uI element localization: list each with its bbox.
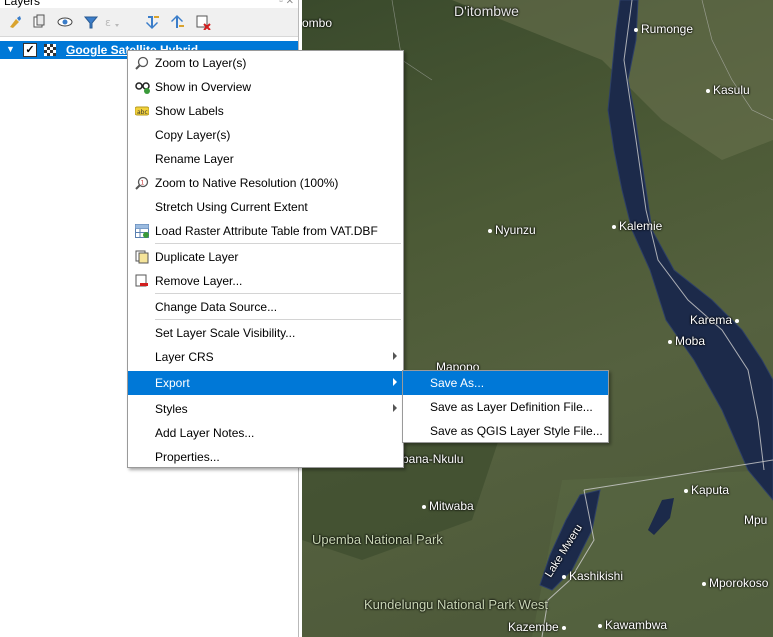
svg-text:abc: abc bbox=[137, 109, 148, 116]
visibility-icon[interactable] bbox=[56, 13, 74, 31]
zoom-native-icon: 1 bbox=[135, 176, 149, 190]
menu-label: Remove Layer... bbox=[155, 274, 243, 288]
menu-layer-crs[interactable]: Layer CRS bbox=[128, 345, 403, 369]
place-label: Moba bbox=[668, 334, 705, 348]
menu-label: Zoom to Native Resolution (100%) bbox=[155, 176, 339, 190]
place-label: Mitwaba bbox=[422, 499, 474, 513]
place-label: Kazembe bbox=[508, 620, 569, 634]
place-label: ombo bbox=[302, 16, 333, 30]
close-icon[interactable]: ✕ bbox=[286, 0, 294, 7]
menu-label: Zoom to Layer(s) bbox=[155, 56, 247, 70]
menu-label: Save as Layer Definition File... bbox=[430, 400, 593, 414]
menu-load-attribute-table[interactable]: Load Raster Attribute Table from VAT.DBF bbox=[128, 219, 403, 243]
duplicate-icon bbox=[135, 250, 149, 264]
menu-show-in-overview[interactable]: Show in Overview bbox=[128, 75, 403, 99]
place-label: Karema bbox=[690, 313, 742, 327]
svg-text:ε: ε bbox=[105, 16, 111, 29]
menu-label: Change Data Source... bbox=[155, 300, 278, 314]
svg-text:1: 1 bbox=[141, 180, 145, 187]
menu-label: Export bbox=[155, 376, 190, 390]
menu-rename-layer[interactable]: Rename Layer bbox=[128, 147, 403, 171]
expand-all-icon[interactable] bbox=[144, 13, 162, 31]
menu-scale-visibility[interactable]: Set Layer Scale Visibility... bbox=[128, 321, 403, 345]
menu-label: Show in Overview bbox=[155, 80, 252, 94]
filter-legend-icon[interactable] bbox=[82, 13, 100, 31]
remove-icon bbox=[135, 274, 149, 288]
submenu-save-as[interactable]: Save As... bbox=[403, 371, 608, 395]
panel-title: Layers bbox=[4, 0, 41, 8]
menu-label: Duplicate Layer bbox=[155, 250, 239, 264]
zoom-layer-icon bbox=[135, 56, 149, 70]
layers-toolbar: ε bbox=[0, 8, 298, 37]
place-label: bana-Nkulu bbox=[402, 452, 464, 466]
place-label-park: Kundelungu National Park West bbox=[364, 597, 549, 612]
labels-icon: abc bbox=[134, 104, 150, 118]
attribute-table-icon bbox=[135, 224, 149, 238]
menu-label: Save as QGIS Layer Style File... bbox=[430, 424, 603, 438]
menu-add-layer-notes[interactable]: Add Layer Notes... bbox=[128, 421, 403, 445]
menu-styles[interactable]: Styles bbox=[128, 397, 403, 421]
collapse-all-icon[interactable] bbox=[168, 13, 186, 31]
place-label: D'itombwe bbox=[454, 3, 519, 19]
menu-zoom-to-layer[interactable]: Zoom to Layer(s) bbox=[128, 51, 403, 75]
place-label: Kaputa bbox=[684, 483, 729, 497]
submenu-save-layer-definition[interactable]: Save as Layer Definition File... bbox=[403, 395, 608, 419]
expand-arrow-icon[interactable]: ▼ bbox=[6, 44, 15, 54]
place-label: Kashikishi bbox=[562, 569, 623, 583]
place-label: Rumonge bbox=[634, 22, 693, 36]
layer-context-menu: Zoom to Layer(s) Show in Overview abc Sh… bbox=[127, 50, 404, 468]
place-label-park: Upemba National Park bbox=[312, 532, 443, 547]
submenu-arrow-icon bbox=[393, 404, 397, 412]
menu-remove-layer[interactable]: Remove Layer... bbox=[128, 269, 403, 293]
style-manager-icon[interactable] bbox=[6, 13, 24, 31]
menu-label: Save As... bbox=[430, 376, 485, 390]
float-icon[interactable]: ▫ bbox=[279, 0, 283, 7]
submenu-arrow-icon bbox=[393, 352, 397, 360]
export-submenu: Save As... Save as Layer Definition File… bbox=[402, 370, 609, 443]
place-label: Kalemie bbox=[612, 219, 662, 233]
overview-icon bbox=[135, 80, 150, 94]
menu-change-data-source[interactable]: Change Data Source... bbox=[128, 295, 403, 319]
place-label: Kawambwa bbox=[598, 618, 667, 632]
remove-layer-icon[interactable] bbox=[194, 13, 212, 31]
place-label: Mporokoso bbox=[702, 576, 768, 590]
menu-label: Stretch Using Current Extent bbox=[155, 200, 308, 214]
menu-export[interactable]: Export bbox=[128, 371, 403, 395]
menu-label: Rename Layer bbox=[155, 152, 234, 166]
menu-separator bbox=[155, 319, 401, 320]
menu-label: Properties... bbox=[155, 450, 220, 464]
menu-label: Add Layer Notes... bbox=[155, 426, 255, 440]
menu-label: Load Raster Attribute Table from VAT.DBF bbox=[155, 224, 378, 238]
menu-copy-layers[interactable]: Copy Layer(s) bbox=[128, 123, 403, 147]
filter-expression-icon[interactable]: ε bbox=[104, 13, 122, 31]
panel-controls: ▫ ✕ bbox=[279, 0, 294, 7]
submenu-arrow-icon bbox=[393, 378, 397, 386]
raster-layer-icon bbox=[44, 44, 56, 56]
menu-label: Layer CRS bbox=[155, 350, 214, 364]
menu-zoom-native[interactable]: 1 Zoom to Native Resolution (100%) bbox=[128, 171, 403, 195]
place-label: Kasulu bbox=[706, 83, 750, 97]
place-label: Nyunzu bbox=[488, 223, 536, 237]
menu-separator bbox=[155, 293, 401, 294]
place-label: Mpu bbox=[744, 513, 768, 527]
menu-separator bbox=[155, 243, 401, 244]
menu-duplicate-layer[interactable]: Duplicate Layer bbox=[128, 245, 403, 269]
menu-properties[interactable]: Properties... bbox=[128, 445, 403, 469]
menu-show-labels[interactable]: abc Show Labels bbox=[128, 99, 403, 123]
menu-label: Copy Layer(s) bbox=[155, 128, 231, 142]
add-group-icon[interactable] bbox=[30, 13, 48, 31]
submenu-save-qgis-style[interactable]: Save as QGIS Layer Style File... bbox=[403, 419, 608, 443]
layer-visibility-checkbox[interactable]: ✓ bbox=[23, 43, 37, 57]
menu-label: Styles bbox=[155, 402, 188, 416]
menu-stretch-extent[interactable]: Stretch Using Current Extent bbox=[128, 195, 403, 219]
menu-label: Show Labels bbox=[155, 104, 224, 118]
menu-label: Set Layer Scale Visibility... bbox=[155, 326, 296, 340]
